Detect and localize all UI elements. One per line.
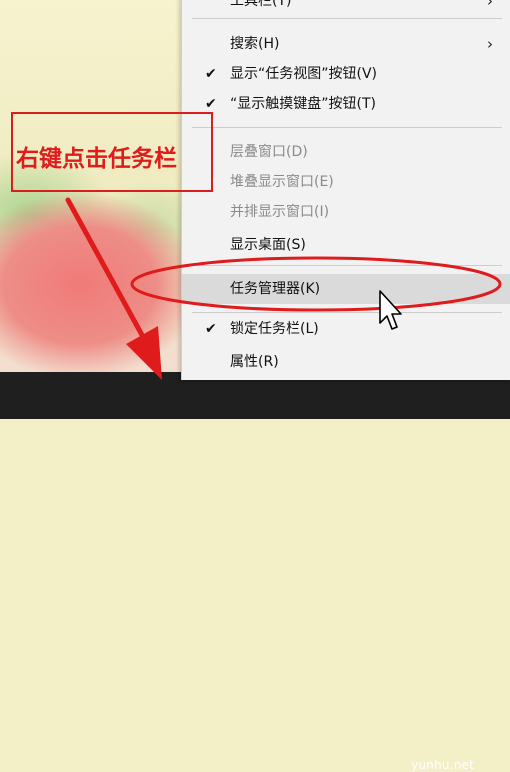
watermark-text: yunhu.net <box>411 758 474 772</box>
mouse-cursor-icon <box>379 290 402 330</box>
annotation-arrow-head <box>126 326 162 380</box>
annotation-overlay <box>65 197 502 380</box>
annotation-ellipse <box>130 256 502 312</box>
annotation-arrow-shaft <box>65 197 145 338</box>
